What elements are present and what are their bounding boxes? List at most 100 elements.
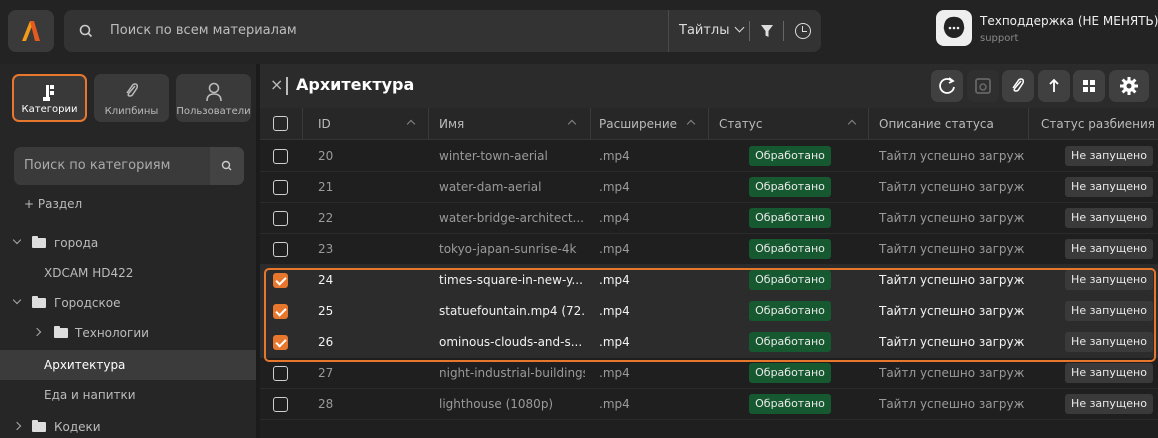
tree-item-label: XDCAM HD422 bbox=[44, 266, 134, 280]
chevron-down-icon[interactable] bbox=[12, 295, 22, 305]
cell-extension: .mp4 bbox=[599, 149, 630, 163]
cell-name: lighthouse (1080p) bbox=[439, 397, 554, 411]
category-search-button[interactable] bbox=[210, 147, 244, 185]
tree-item-xdcam[interactable]: XDCAM HD422 bbox=[0, 258, 256, 288]
row-checkbox[interactable] bbox=[273, 180, 288, 195]
grid-icon bbox=[1083, 80, 1095, 92]
cell-id: 22 bbox=[318, 211, 334, 225]
tree-item-codecs[interactable]: Кодеки bbox=[0, 412, 256, 438]
cell-status-description: Тайтл успешно загруж... bbox=[879, 366, 1024, 380]
cell-extension: .mp4 bbox=[599, 211, 630, 225]
add-section-button[interactable]: + Раздел bbox=[24, 197, 82, 211]
split-status-badge: Не запущено bbox=[1065, 363, 1153, 383]
status-badge: Обработано bbox=[749, 208, 831, 228]
split-status-badge: Не запущено bbox=[1065, 177, 1153, 197]
global-search-input[interactable]: Поиск по всем материалам bbox=[110, 23, 297, 38]
row-checkbox[interactable] bbox=[273, 304, 288, 319]
tab-label: Пользователи bbox=[176, 106, 251, 117]
search-scope-dropdown[interactable]: Тайтлы bbox=[679, 22, 744, 38]
tree-item-urban[interactable]: Городское bbox=[0, 288, 256, 318]
table-row[interactable]: 28 lighthouse (1080p) .mp4 Обработано Тайтл … bbox=[260, 389, 1158, 420]
cell-name: water-dam-aerial bbox=[439, 180, 542, 194]
tab-label: Клипбины bbox=[104, 106, 159, 117]
filter-icon[interactable] bbox=[760, 23, 774, 39]
app-logo[interactable] bbox=[8, 10, 54, 52]
cell-id: 20 bbox=[318, 149, 334, 163]
table-row[interactable]: 27 night-industrial-buildings .mp4 Обработа… bbox=[260, 358, 1158, 389]
refresh-button[interactable] bbox=[931, 70, 963, 102]
upload-button[interactable] bbox=[1038, 70, 1070, 102]
table-row[interactable]: 25 statuefountain.mp4 (72... .mp4 Обработан… bbox=[260, 296, 1158, 327]
user-login: support bbox=[980, 33, 1019, 44]
chevron-right-icon[interactable] bbox=[32, 327, 42, 337]
row-checkbox[interactable] bbox=[273, 397, 288, 412]
chevron-right-icon[interactable] bbox=[12, 421, 22, 431]
table-row[interactable]: 24 times-square-in-new-y... .mp4 Обработано… bbox=[260, 265, 1158, 296]
table-row[interactable]: 23 tokyo-japan-sunrise-4k .mp4 Обработано Та… bbox=[260, 234, 1158, 265]
divider bbox=[708, 108, 709, 140]
column-header-id[interactable]: ID bbox=[318, 117, 331, 131]
tree-item-label: Городское bbox=[54, 296, 121, 310]
attach-clip-button[interactable] bbox=[1002, 70, 1034, 102]
status-badge: Обработано bbox=[749, 394, 831, 414]
tree-item-architecture[interactable]: Архитектура bbox=[0, 350, 256, 380]
column-header-split-status[interactable]: Статус разбиения на bbox=[1041, 117, 1158, 131]
row-checkbox[interactable] bbox=[273, 335, 288, 350]
cell-status-description: Тайтл успешно загруж... bbox=[879, 180, 1024, 194]
cell-extension: .mp4 bbox=[599, 397, 630, 411]
split-status-badge: Не запущено bbox=[1065, 239, 1153, 259]
chevron-down-icon[interactable] bbox=[12, 235, 22, 245]
chevron-down-icon bbox=[734, 22, 744, 33]
table-row[interactable]: 21 water-dam-aerial .mp4 Обработано Тайтл ус… bbox=[260, 172, 1158, 203]
column-header-name[interactable]: Имя bbox=[439, 117, 464, 131]
history-clock-icon[interactable] bbox=[795, 23, 811, 39]
column-header-status-description[interactable]: Описание статуса bbox=[879, 117, 994, 131]
tree-item-label: города bbox=[54, 236, 99, 250]
select-all-checkbox[interactable] bbox=[273, 116, 288, 131]
status-badge: Обработано bbox=[749, 363, 831, 383]
sort-arrow-icon[interactable] bbox=[406, 119, 416, 129]
sort-arrow-icon[interactable] bbox=[847, 119, 857, 129]
tab-clipbins[interactable]: Клипбины bbox=[94, 74, 169, 122]
close-icon[interactable]: × bbox=[270, 75, 283, 94]
search-scope-label: Тайтлы bbox=[679, 23, 730, 38]
tree-item-cities[interactable]: города bbox=[0, 228, 256, 258]
row-checkbox[interactable] bbox=[273, 211, 288, 226]
tree-item-food[interactable]: Еда и напитки bbox=[0, 380, 256, 410]
tab-users[interactable]: Пользователи bbox=[176, 74, 251, 122]
cell-name: night-industrial-buildings bbox=[439, 366, 585, 380]
row-checkbox[interactable] bbox=[273, 366, 288, 381]
sort-arrow-icon[interactable] bbox=[686, 119, 696, 129]
cell-status-description: Тайтл успешно загруж... bbox=[879, 397, 1024, 411]
table-row[interactable]: 22 water-bridge-architect... .mp4 Обработан… bbox=[260, 203, 1158, 234]
avatar bbox=[936, 10, 972, 46]
row-checkbox[interactable] bbox=[273, 149, 288, 164]
settings-button[interactable] bbox=[1109, 70, 1149, 102]
row-checkbox[interactable] bbox=[273, 273, 288, 288]
sort-arrow-icon[interactable] bbox=[567, 119, 577, 129]
split-status-badge: Не запущено bbox=[1065, 332, 1153, 352]
global-search[interactable]: Поиск по всем материалам Тайтлы bbox=[64, 10, 821, 52]
tree-item-technologies[interactable]: Технологии bbox=[0, 318, 256, 348]
snapshot-button[interactable] bbox=[967, 70, 999, 102]
row-checkbox[interactable] bbox=[273, 242, 288, 257]
cell-extension: .mp4 bbox=[599, 335, 630, 349]
table-row[interactable]: 20 winter-town-aerial .mp4 Обработано Тайтл … bbox=[260, 141, 1158, 172]
cell-name: statuefountain.mp4 (72... bbox=[439, 304, 585, 318]
main-header: × Архитектура bbox=[260, 64, 1158, 108]
column-header-status[interactable]: Статус bbox=[719, 117, 762, 131]
category-search-input[interactable]: Поиск по категориям bbox=[24, 158, 170, 173]
column-header-extension[interactable]: Расширение bbox=[599, 117, 677, 131]
status-badge: Обработано bbox=[749, 177, 831, 197]
tree-item-label: Технологии bbox=[75, 326, 149, 340]
view-grid-button[interactable] bbox=[1073, 70, 1105, 102]
cell-name: winter-town-aerial bbox=[439, 149, 548, 163]
table-header: ID Имя Расширение Статус Описание статус… bbox=[260, 108, 1158, 140]
divider bbox=[783, 21, 784, 41]
table-row[interactable]: 26 ominous-clouds-and-s... .mp4 Обработано Т… bbox=[260, 327, 1158, 358]
tab-categories[interactable]: Категории bbox=[12, 74, 87, 122]
cell-id: 25 bbox=[318, 304, 334, 318]
status-badge: Обработано bbox=[749, 270, 831, 290]
divider bbox=[1028, 108, 1029, 140]
category-search[interactable]: Поиск по категориям bbox=[14, 147, 244, 185]
